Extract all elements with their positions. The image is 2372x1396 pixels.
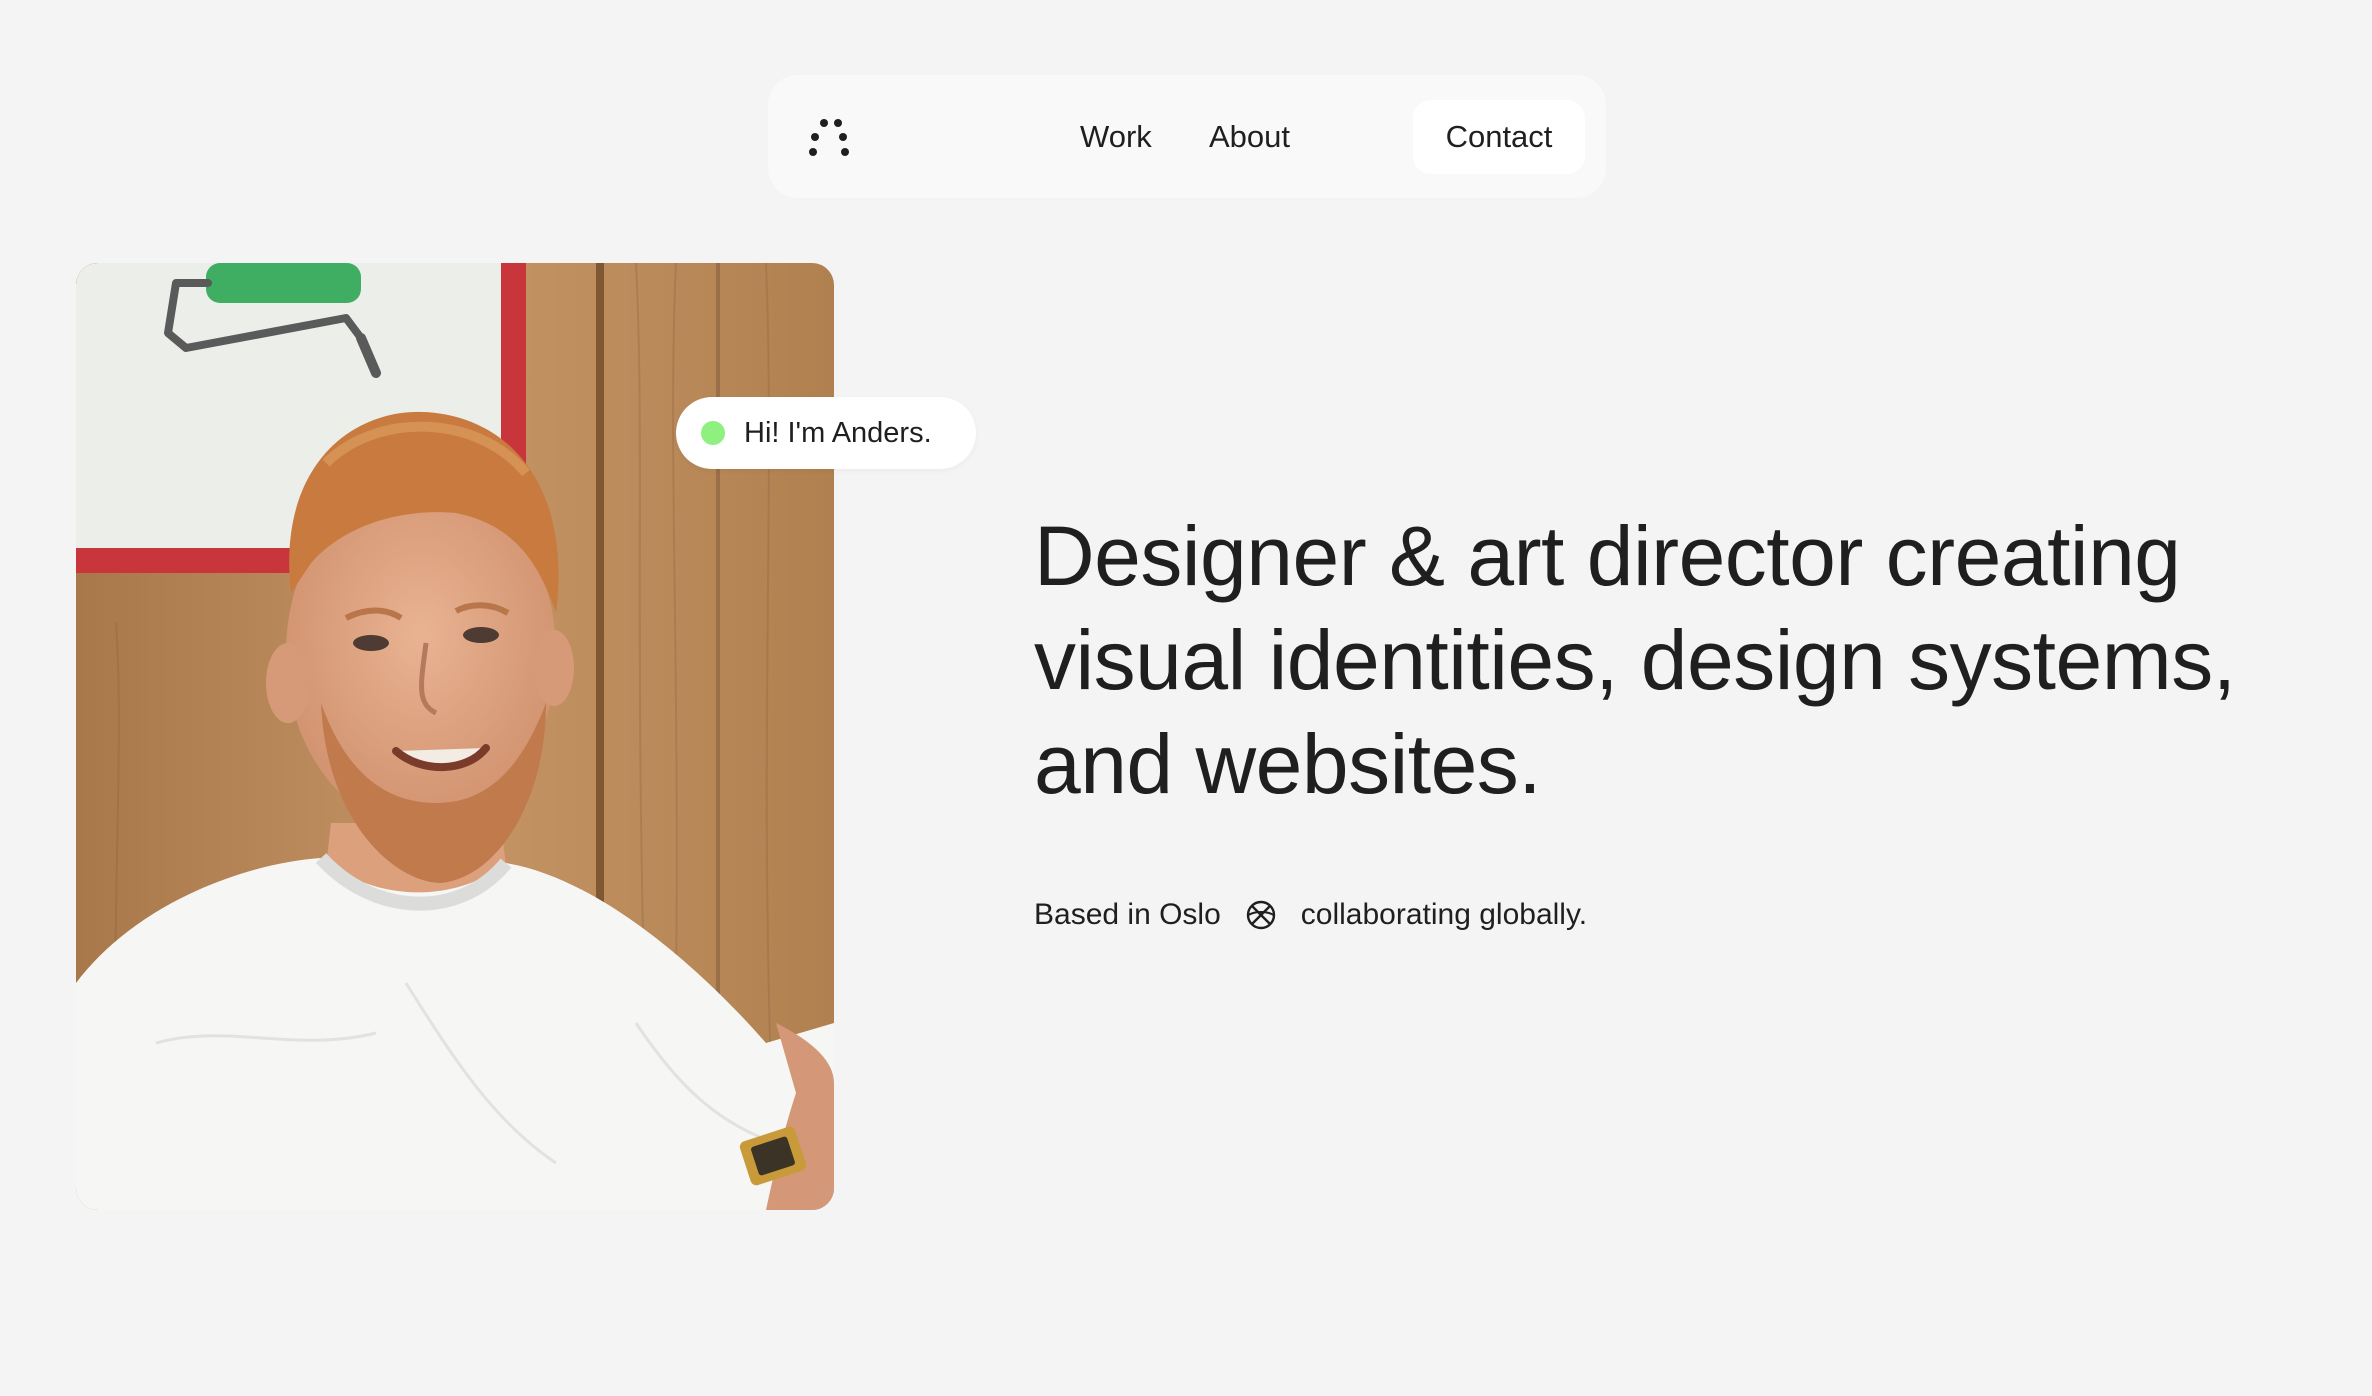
headline-line: visual identities, design systems, xyxy=(1034,613,2236,707)
hero-headline: Designer & art director creating visual … xyxy=(1034,504,2314,816)
contact-button[interactable]: Contact xyxy=(1413,100,1585,174)
headline-line: and websites. xyxy=(1034,717,1542,811)
location-line: Based in Oslo collaborating globally. xyxy=(1034,890,1587,940)
top-nav: Work About Contact xyxy=(768,75,1606,198)
location-text: Based in Oslo xyxy=(1034,898,1221,931)
status-dot-icon xyxy=(701,421,725,445)
dots-logo-icon[interactable] xyxy=(808,116,850,158)
nav-link-about[interactable]: About xyxy=(1209,75,1290,198)
greeting-bubble: Hi! I'm Anders. xyxy=(676,397,976,469)
greeting-text: Hi! I'm Anders. xyxy=(744,417,932,449)
headline-line: Designer & art director creating xyxy=(1034,509,2181,603)
globe-icon xyxy=(1246,900,1275,930)
collaboration-text: collaborating globally. xyxy=(1300,898,1588,931)
nav-link-work[interactable]: Work xyxy=(1080,75,1152,198)
